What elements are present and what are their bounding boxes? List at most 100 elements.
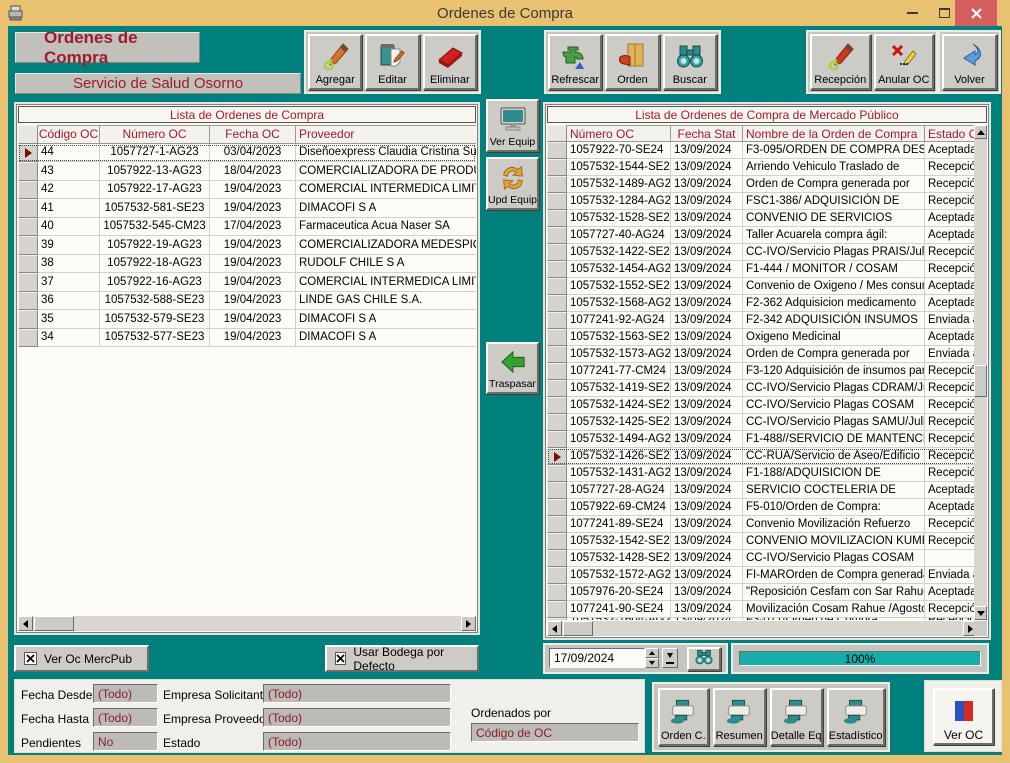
pendientes-field[interactable]: No [93,732,158,751]
date-input[interactable]: 17/09/2024 [549,648,645,668]
traspasar-button[interactable]: Traspasar [486,342,539,394]
close-button[interactable] [955,0,997,26]
row-selector-cell [547,550,567,567]
table-row[interactable]: 1077241-90-SE2413/09/2024Movilización Co… [547,601,978,618]
grid-cell: Aceptada [925,142,978,159]
empresa-proveedora-field[interactable]: (Todo) [263,708,451,727]
table-row[interactable]: 1057532-1604-AG2413/09/2024F3-071/Orden … [547,618,978,620]
date-dropdown-button[interactable] [662,648,678,668]
table-row[interactable]: 1057922-69-CM2413/09/2024F5-010/Orden de… [547,499,978,516]
grid-cell: 1057532-1419-SE24 [567,380,671,397]
orden-c-button[interactable]: Orden C. [658,688,709,746]
detalle-eq-button[interactable]: Detalle Eq [770,688,823,746]
table-row[interactable]: 1057532-1428-SE2413/09/2024CC-IVO/Servic… [547,550,978,567]
table-row[interactable]: 371057922-16-AG2319/04/2023COMERCIAL INT… [18,273,476,292]
table-row[interactable]: 381057922-18-AG2319/04/2023RUDOLF CHILE … [18,255,476,274]
table-row[interactable]: 401057532-545-CM2317/04/2023Farmaceutica… [18,218,476,237]
table-row[interactable]: 1057532-1431-AG2413/09/2024F1-188/ADQUIS… [547,465,978,482]
table-row[interactable]: 341057532-577-SE2319/04/2023DIMACOFI S A [18,329,476,348]
table-row[interactable]: 1057532-1563-SE2413/09/2024Oxigeno Medic… [547,329,978,346]
table-row[interactable]: 441057727-1-AG2303/04/2023Diseñoexpress … [18,144,476,163]
column-header[interactable]: Fecha OC [210,125,296,144]
left-grid-hscrollbar[interactable] [18,616,476,631]
date-spin-up-button[interactable] [645,648,659,658]
table-row[interactable]: 431057922-13-AG2318/04/2023COMERCIALIZAD… [18,162,476,181]
refrescar-button[interactable]: Refrescar [548,34,602,90]
empresa-solicitante-field[interactable]: (Todo) [263,684,451,703]
grid-cell: 43 [38,162,100,181]
scroll-right-button[interactable] [461,616,476,631]
table-row[interactable]: 1057532-1494-AG2413/09/2024F1-488//SERVI… [547,431,978,448]
agregar-button[interactable]: Agregar [308,34,362,90]
table-row[interactable]: 1057532-1544-SE2413/09/2024Arriendo Vehi… [547,159,978,176]
table-row[interactable]: 1057532-1568-AG2413/09/2024F2-362 Adquis… [547,295,978,312]
grid-cell: 13/09/2024 [671,567,743,584]
table-row[interactable]: 1057532-1572-AG2413/09/2024FI-MAROrden d… [547,567,978,584]
table-row[interactable]: 1057727-28-AG2413/09/2024SERVICIO COCTEL… [547,482,978,499]
scrollbar-thumb[interactable] [974,365,987,397]
search-date-button[interactable] [687,647,721,671]
table-row[interactable]: 1057532-1422-SE2413/09/2024CC-IVO/Servic… [547,244,978,261]
scroll-left-button[interactable] [547,621,562,636]
checkbox-label: Ver Oc MercPub [44,652,132,666]
ver-oc-button[interactable]: Ver OC [933,688,994,745]
minimize-button[interactable] [898,0,926,26]
estadistico-button[interactable]: Estadístico [827,688,885,746]
table-row[interactable]: 1057532-1542-SE2413/09/2024CONVENIO MOVI… [547,533,978,550]
scroll-down-button[interactable] [974,606,987,620]
ver-equip-button[interactable]: Ver Equip [486,99,539,152]
table-row[interactable]: 1057922-70-SE2413/09/2024F3-095/ORDEN DE… [547,142,978,159]
ver-oc-mercpub-checkbox[interactable]: Ver Oc MercPub [14,645,149,672]
scroll-up-button[interactable] [974,125,987,139]
table-row[interactable]: 1057532-1573-AG2413/09/2024Orden de Comp… [547,346,978,363]
right-grid-vscrollbar[interactable] [974,125,987,620]
volver-button[interactable]: Volver [942,34,997,90]
maximize-button[interactable] [930,0,958,26]
orden-button[interactable]: Orden [605,34,659,90]
estado-field[interactable]: (Todo) [263,732,451,751]
scrollbar-thumb[interactable] [34,616,74,631]
anular-oc-button[interactable]: Anular OC [874,34,935,90]
table-row[interactable]: 351057532-579-SE2319/04/2023DIMACOFI S A [18,310,476,329]
table-row[interactable]: 421057922-17-AG2319/04/2023COMERCIAL INT… [18,181,476,200]
fecha-desde-field[interactable]: (Todo) [93,684,158,703]
scroll-left-button[interactable] [18,616,33,631]
column-header[interactable]: Estado OC [925,125,978,142]
editar-button[interactable]: Editar [365,34,419,90]
upd-equip-button[interactable]: Upd Equip [486,157,539,210]
table-row[interactable]: 1057532-1489-AG2413/09/2024Orden de Comp… [547,176,978,193]
table-row[interactable]: 1057532-1424-SE2413/09/2024CC-IVO/Servic… [547,397,978,414]
buscar-button[interactable]: Buscar [663,34,717,90]
eliminar-button[interactable]: Eliminar [423,34,477,90]
ordenados-por-field[interactable]: Código de OC [471,723,639,742]
column-header[interactable]: Proveedor [296,125,476,144]
date-spin-down-button[interactable] [645,658,659,668]
column-header[interactable]: Código OC [38,125,100,144]
table-row[interactable]: 1057532-1425-SE2413/09/2024CC-IVO/Servic… [547,414,978,431]
column-header[interactable]: Número OC [567,125,671,142]
resumen-button[interactable]: Resumen [713,688,766,746]
table-row[interactable]: 1057532-1552-SE2413/09/2024Convenio de O… [547,278,978,295]
table-row[interactable]: 1077241-89-SE2413/09/2024Convenio Movili… [547,516,978,533]
table-row[interactable]: 361057532-588-SE2319/04/2023LINDE GAS CH… [18,292,476,311]
fecha-hasta-field[interactable]: (Todo) [93,708,158,727]
table-row[interactable]: 1057532-1426-SE2413/09/2024CC-RUA/Servic… [547,448,978,465]
recepcion-button[interactable]: Recepción [810,34,871,90]
usar-bodega-checkbox[interactable]: Usar Bodega por Defecto [325,645,479,672]
column-header[interactable]: Número OC [100,125,210,144]
table-row[interactable]: 1057532-1454-AG2413/09/2024F1-444 / MONI… [547,261,978,278]
table-row[interactable]: 411057532-581-SE2319/04/2023DIMACOFI S A [18,199,476,218]
column-header[interactable]: Fecha Stat [671,125,743,142]
row-selector-cell [547,380,567,397]
table-row[interactable]: 1057532-1419-SE2413/09/2024CC-IVO/Servic… [547,380,978,397]
table-row[interactable]: 1057532-1284-AG2413/09/2024FSC1-386/ ADQ… [547,193,978,210]
table-row[interactable]: 1077241-77-CM2413/09/2024 F3-120 Adquisi… [547,363,978,380]
table-row[interactable]: 1057532-1528-SE2413/09/2024CONVENIO DE S… [547,210,978,227]
column-header[interactable]: Nombre de la Orden de Compra [743,125,925,142]
right-grid-hscrollbar[interactable] [547,621,978,636]
table-row[interactable]: 391057922-19-AG2319/04/2023COMERCIALIZAD… [18,236,476,255]
table-row[interactable]: 1057727-40-AG2413/09/2024Taller Acuarela… [547,227,978,244]
scrollbar-thumb[interactable] [563,621,593,636]
table-row[interactable]: 1057976-20-SE2413/09/2024"Reposición Ces… [547,584,978,601]
table-row[interactable]: 1077241-92-AG2413/09/2024F2-342 ADQUISIC… [547,312,978,329]
